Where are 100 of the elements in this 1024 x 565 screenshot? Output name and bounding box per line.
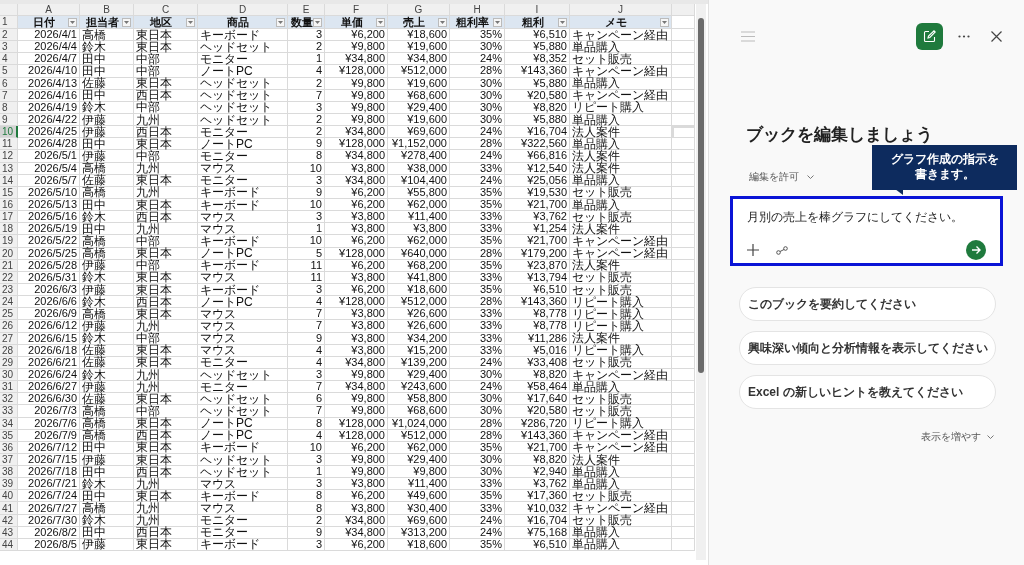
table-cell: 中部	[134, 405, 198, 418]
table-cell: 35%	[450, 29, 505, 42]
table-cell: 9	[288, 526, 325, 539]
table-cell: ¥243,600	[388, 381, 450, 394]
table-cell: 単品購入	[570, 174, 672, 187]
table-cell: セット販売	[570, 356, 672, 369]
table-cell: 3	[288, 211, 325, 224]
table-cell: ¥5,880	[505, 77, 570, 90]
table-cell: ¥8,778	[505, 320, 570, 333]
table-cell: 鈴木	[80, 271, 134, 284]
table-cell: 33%	[450, 308, 505, 321]
edit-button[interactable]	[916, 22, 943, 50]
table-cell: 高橋	[80, 502, 134, 515]
arrow-icon	[971, 245, 981, 256]
filter-dropdown[interactable]	[438, 17, 447, 27]
filter-dropdown[interactable]	[376, 17, 385, 27]
table-cell	[672, 538, 695, 552]
link-icon[interactable]	[776, 245, 788, 255]
table-cell: 佐藤	[80, 356, 134, 369]
table-cell: 田中	[80, 53, 134, 66]
column-header: E	[288, 4, 325, 16]
table-cell: 法人案件	[570, 162, 672, 175]
table-cell: 東日本	[134, 538, 198, 552]
table-cell: キーボード	[198, 441, 288, 454]
filter-dropdown[interactable]	[186, 17, 195, 27]
table-cell: 28%	[450, 138, 505, 151]
table-cell	[672, 29, 695, 42]
table-cell: 2026/5/25	[18, 247, 80, 260]
table-cell: 東日本	[134, 356, 198, 369]
table-cell: ¥18,600	[388, 29, 450, 42]
filter-dropdown[interactable]	[660, 17, 669, 27]
table-cell: 33%	[450, 478, 505, 491]
table-cell: 3	[288, 29, 325, 42]
table-cell	[672, 65, 695, 78]
table-cell	[672, 223, 695, 236]
table-cell: ¥5,016	[505, 344, 570, 357]
table-cell: マウス	[198, 332, 288, 345]
table-cell: ¥143,360	[505, 65, 570, 78]
table-cell: キーボード	[198, 259, 288, 272]
suggestion-chip[interactable]: Excel の新しいヒントを教えてください	[739, 375, 996, 409]
table-cell: ¥20,580	[505, 89, 570, 102]
table-cell: 7	[288, 320, 325, 333]
table-cell: キャンペーン経由	[570, 429, 672, 442]
plus-icon[interactable]	[747, 244, 759, 257]
table-cell: 東日本	[134, 490, 198, 503]
table-cell: 高橋	[80, 405, 134, 418]
show-more-button[interactable]: 表示を増やす	[921, 429, 994, 444]
table-cell: セット販売	[570, 393, 672, 406]
table-cell: 2026/6/24	[18, 368, 80, 382]
suggestion-chip[interactable]: 興味深い傾向と分析情報を表示してください	[739, 331, 996, 365]
callout-tooltip: グラフ作成の指示を書きます。	[872, 145, 1017, 190]
table-cell: 単品購入	[570, 114, 672, 127]
table-cell: ヘッドセット	[198, 41, 288, 54]
table-cell	[672, 332, 695, 345]
table-cell: ¥3,800	[325, 308, 388, 321]
filter-dropdown[interactable]	[493, 17, 502, 27]
table-cell	[672, 89, 695, 102]
table-cell	[672, 526, 695, 539]
table-cell: 鈴木	[80, 332, 134, 345]
table-cell	[672, 259, 695, 272]
filter-dropdown[interactable]	[313, 17, 322, 27]
table-cell: 33%	[450, 223, 505, 236]
table-cell: キャンペーン経由	[570, 235, 672, 248]
table-cell: ヘッドセット	[198, 101, 288, 114]
prompt-input[interactable]: 月別の売上を棒グラフにしてください。	[747, 209, 986, 227]
send-button[interactable]	[966, 240, 986, 261]
table-cell: ¥286,720	[505, 417, 570, 430]
table-cell: マウス	[198, 271, 288, 284]
table-cell: ¥3,800	[388, 223, 450, 236]
table-cell: 7	[288, 89, 325, 102]
table-cell: 28%	[450, 296, 505, 309]
table-cell: ¥19,600	[388, 114, 450, 127]
suggestion-chip[interactable]: このブックを要約してください	[739, 287, 996, 321]
table-cell: 33%	[450, 344, 505, 357]
table-cell: ¥1,254	[505, 223, 570, 236]
filter-dropdown[interactable]	[558, 17, 567, 27]
row-number: 39	[0, 478, 18, 491]
prompt-box[interactable]: 月別の売上を棒グラフにしてください。	[730, 196, 1003, 266]
table-cell: 2026/4/25	[18, 126, 80, 139]
close-icon[interactable]	[991, 30, 1002, 42]
table-cell: 九州	[134, 114, 198, 127]
table-cell: 2026/5/1	[18, 150, 80, 163]
table-cell: ¥17,360	[505, 490, 570, 503]
table-cell: 9	[288, 332, 325, 345]
table-cell: ¥322,560	[505, 138, 570, 151]
table-cell: ¥17,640	[505, 393, 570, 406]
chevron-icon	[987, 434, 994, 439]
table-cell: ¥68,200	[388, 259, 450, 272]
table-cell: 単品購入	[570, 526, 672, 539]
more-icon[interactable]	[958, 34, 970, 38]
table-cell: 単品購入	[570, 538, 672, 552]
table-cell: 鈴木	[80, 101, 134, 114]
table-cell: 田中	[80, 89, 134, 102]
filter-dropdown[interactable]	[122, 17, 131, 27]
vertical-scrollbar[interactable]	[696, 4, 706, 560]
filter-dropdown[interactable]	[276, 17, 285, 27]
permission-dropdown[interactable]: 編集を許可	[749, 169, 814, 184]
table-cell: 2	[288, 126, 325, 139]
table-cell: 3	[288, 478, 325, 491]
filter-dropdown[interactable]	[68, 17, 77, 27]
